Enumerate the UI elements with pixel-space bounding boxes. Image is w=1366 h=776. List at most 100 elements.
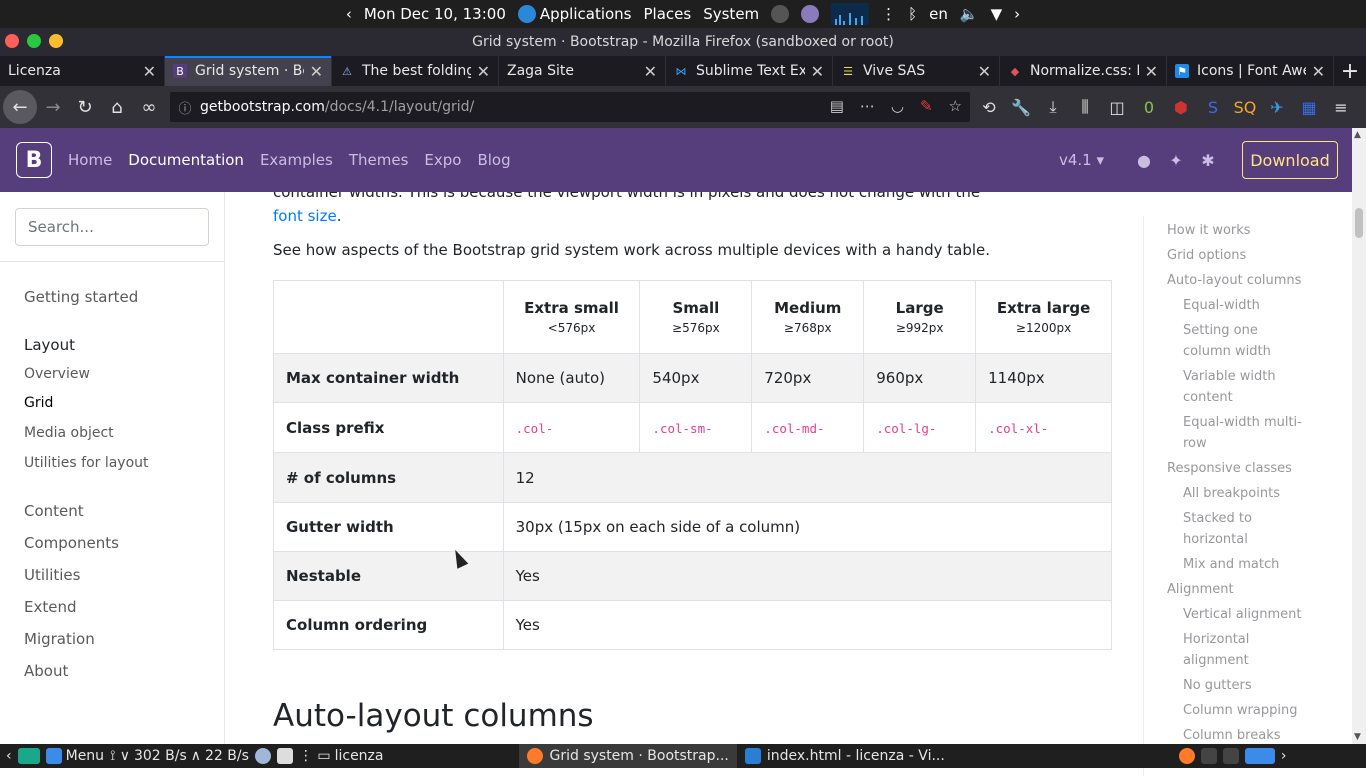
- page-actions-icon[interactable]: ⋯: [860, 97, 875, 115]
- extension-chart-icon[interactable]: ▦: [1296, 92, 1322, 122]
- scrollbar-thumb[interactable]: [1355, 208, 1363, 238]
- prev-workspace-icon[interactable]: ‹: [6, 748, 12, 764]
- tab-best-folding[interactable]: ⚠ The best folding ✕: [332, 56, 499, 86]
- extension-badge-0[interactable]: 0: [1136, 92, 1162, 122]
- tab-zaga-site[interactable]: Zaga Site ✕: [499, 56, 666, 86]
- bootstrap-logo[interactable]: B: [16, 142, 52, 178]
- terminal-icon[interactable]: [771, 5, 790, 23]
- close-window-button[interactable]: [5, 34, 19, 48]
- tray-terminal2-icon[interactable]: [1222, 748, 1239, 764]
- toc-item[interactable]: Stacked to horizontal: [1183, 508, 1273, 550]
- volume-icon[interactable]: 🔈: [960, 5, 979, 23]
- close-tab-icon[interactable]: ✕: [644, 62, 657, 81]
- info-icon[interactable]: ⓘ: [170, 98, 200, 117]
- download-button[interactable]: Download: [1242, 141, 1338, 179]
- tab-font-awesome[interactable]: ⚑ Icons | Font Awe ✕: [1167, 56, 1334, 86]
- tab-vive-sas[interactable]: ☰ Vive SAS ✕: [833, 56, 1000, 86]
- nav-expo[interactable]: Expo: [424, 151, 461, 169]
- tray-chat-icon[interactable]: [1244, 748, 1275, 764]
- toc-item[interactable]: Variable width content: [1183, 366, 1293, 408]
- toc-item[interactable]: Responsive classes: [1167, 458, 1292, 479]
- toc-item[interactable]: Column wrapping: [1183, 700, 1297, 721]
- bluetooth-icon[interactable]: ᛒ: [908, 5, 917, 23]
- toc-item[interactable]: Mix and match: [1183, 554, 1279, 575]
- slack-icon[interactable]: ✱: [1192, 151, 1224, 170]
- sidebar-getting-started[interactable]: Getting started: [24, 288, 138, 306]
- reload-button[interactable]: ↻: [69, 91, 101, 123]
- sidebar-extend[interactable]: Extend: [24, 598, 77, 616]
- nav-themes[interactable]: Themes: [349, 151, 409, 169]
- sidebar-about[interactable]: About: [24, 662, 68, 680]
- tab-normalize[interactable]: ◆ Normalize.css: M ✕: [1000, 56, 1167, 86]
- close-tab-icon[interactable]: ✕: [978, 62, 991, 81]
- folder-launcher[interactable]: ⋮ ▭ licenza: [299, 748, 384, 764]
- toc-item[interactable]: Setting one column width: [1183, 320, 1293, 362]
- close-tab-icon[interactable]: ✕: [1312, 62, 1325, 81]
- prev-arrow-icon[interactable]: ‹: [346, 5, 352, 23]
- minimize-window-button[interactable]: [49, 34, 63, 48]
- close-tab-icon[interactable]: ✕: [1145, 62, 1158, 81]
- tab-sublime-text[interactable]: ⋈ Sublime Text Ex ✕: [666, 56, 833, 86]
- sidebar-icon[interactable]: ◫: [1104, 92, 1130, 122]
- clock[interactable]: Mon Dec 10, 13:00: [364, 5, 506, 23]
- toc-item[interactable]: Vertical alignment: [1183, 604, 1301, 625]
- nav-home[interactable]: Home: [68, 151, 112, 169]
- back-button[interactable]: ←: [3, 90, 37, 124]
- show-desktop-icon[interactable]: [17, 748, 40, 764]
- sidebar-utilities-layout[interactable]: Utilities for layout: [24, 455, 149, 471]
- extension-bird-icon[interactable]: ✈: [1264, 92, 1290, 122]
- system-menu[interactable]: System: [703, 5, 759, 23]
- tab-licenza[interactable]: Licenza ✕: [0, 56, 165, 86]
- applications-menu[interactable]: Applications: [517, 5, 632, 23]
- github-icon[interactable]: ●: [1128, 151, 1160, 170]
- toc-item[interactable]: Horizontal alignment: [1183, 629, 1273, 671]
- scroll-up-icon[interactable]: ▲: [1354, 130, 1361, 140]
- next-arrow-icon[interactable]: ›: [1014, 5, 1020, 23]
- page-scrollbar[interactable]: ▲ ▼: [1352, 128, 1366, 744]
- taskbar-window-vscode[interactable]: index.html - licenza - Vi...: [737, 744, 953, 768]
- url-bar[interactable]: ⓘ getbootstrap.com/docs/4.1/layout/grid/…: [170, 92, 970, 122]
- close-tab-icon[interactable]: ✕: [811, 62, 824, 81]
- ublock-icon[interactable]: ⬢: [1168, 92, 1194, 122]
- pocket-icon[interactable]: ◡: [891, 97, 904, 115]
- script-icon[interactable]: [276, 748, 293, 764]
- font-size-link[interactable]: font size: [273, 207, 337, 225]
- toc-item[interactable]: Equal-width: [1183, 295, 1260, 316]
- nav-examples[interactable]: Examples: [260, 151, 333, 169]
- pen-icon[interactable]: ✎: [920, 97, 933, 115]
- moon-icon[interactable]: [801, 5, 820, 23]
- sidebar-media-object[interactable]: Media object: [24, 425, 114, 441]
- sidebar-components[interactable]: Components: [24, 534, 119, 552]
- next-workspace-icon[interactable]: ›: [1281, 748, 1287, 764]
- toc-item[interactable]: How it works: [1167, 220, 1251, 241]
- new-tab-button[interactable]: +: [1334, 56, 1366, 86]
- download-icon[interactable]: ⤓: [1040, 92, 1066, 122]
- home-button[interactable]: ⌂: [101, 91, 133, 123]
- taskbar-window-firefox[interactable]: Grid system · Bootstrap...: [519, 744, 737, 768]
- sidebar-content[interactable]: Content: [24, 502, 84, 520]
- sidebar-grid[interactable]: Grid: [24, 395, 53, 411]
- tray-firefox-icon[interactable]: [1178, 748, 1195, 764]
- twitter-icon[interactable]: ✦: [1160, 151, 1192, 170]
- toc-item[interactable]: Grid options: [1167, 245, 1246, 266]
- toc-item[interactable]: Equal-width multi-row: [1183, 412, 1313, 454]
- tray-terminal-icon[interactable]: [1200, 748, 1217, 764]
- history-icon[interactable]: ⟲: [976, 92, 1002, 122]
- scroll-down-icon[interactable]: ▼: [1354, 732, 1361, 742]
- toc-item[interactable]: Auto-layout columns: [1167, 270, 1301, 291]
- nav-documentation[interactable]: Documentation: [128, 151, 244, 169]
- close-tab-icon[interactable]: ✕: [310, 62, 323, 81]
- start-menu[interactable]: Menu: [45, 748, 104, 764]
- wifi-icon[interactable]: ▼: [991, 5, 1003, 23]
- sidebar-layout[interactable]: Layout: [24, 336, 75, 354]
- bookmark-star-icon[interactable]: ☆: [949, 97, 962, 115]
- library-icon[interactable]: ⫼: [1072, 92, 1098, 122]
- extension-s-icon[interactable]: S: [1200, 92, 1226, 122]
- sidebar-overview[interactable]: Overview: [24, 366, 90, 382]
- private-mask-icon[interactable]: ∞: [133, 91, 165, 123]
- toc-item[interactable]: Alignment: [1167, 579, 1234, 600]
- reader-view-icon[interactable]: ▤: [830, 97, 844, 115]
- toc-item[interactable]: No gutters: [1183, 675, 1252, 696]
- nav-blog[interactable]: Blog: [477, 151, 510, 169]
- close-tab-icon[interactable]: ✕: [143, 62, 156, 81]
